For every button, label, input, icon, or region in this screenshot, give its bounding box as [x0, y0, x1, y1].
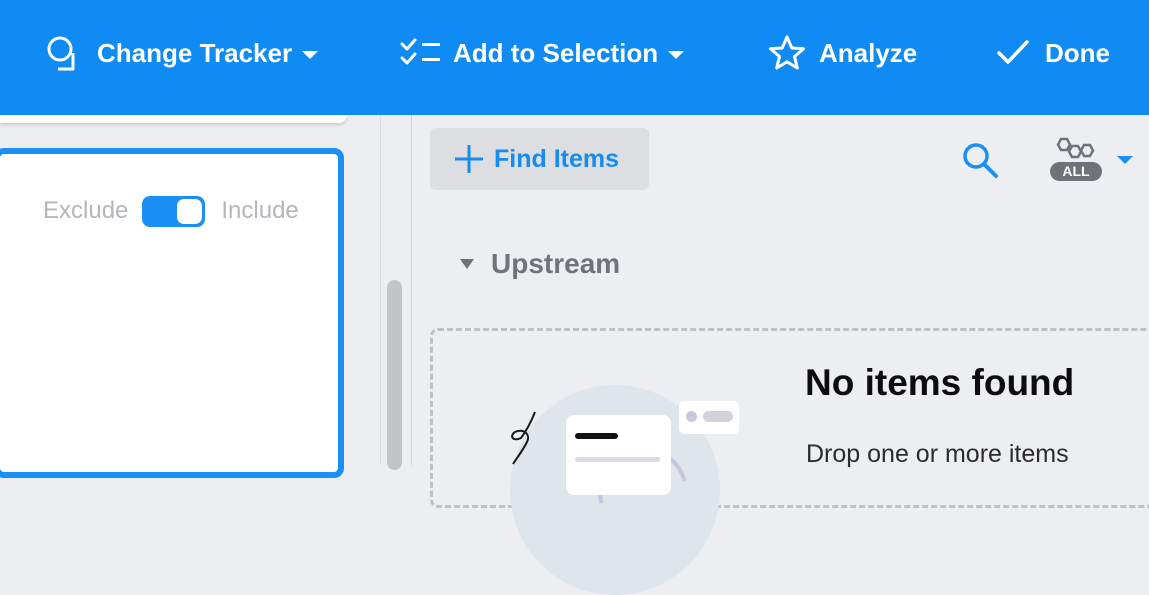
- illustration-line: [575, 457, 660, 462]
- add-to-selection-button[interactable]: Add to Selection: [400, 30, 685, 76]
- illustration-tag-dot: [686, 411, 697, 422]
- exclude-label: Exclude: [43, 197, 129, 224]
- toggle-knob: [177, 198, 203, 224]
- chevron-down-icon: [1117, 156, 1133, 164]
- include-exclude-toggle[interactable]: [142, 195, 206, 227]
- chevron-down-icon: [302, 50, 319, 59]
- illustration-tag-bar: [703, 411, 733, 422]
- include-label: Include: [221, 197, 299, 224]
- collapse-triangle-icon: [460, 259, 474, 269]
- change-tracker-button[interactable]: Change Tracker: [44, 30, 319, 76]
- illustration-squiggle: [511, 411, 536, 465]
- scope-filter-button[interactable]: ALL: [1048, 136, 1138, 186]
- plus-icon: [455, 145, 483, 173]
- scrollbar-thumb[interactable]: [387, 280, 402, 470]
- include-exclude-toggle-row: Exclude Include: [43, 195, 299, 227]
- search-icon[interactable]: [960, 140, 1000, 180]
- left-header-card: [0, 115, 347, 123]
- find-items-label: Find Items: [494, 144, 620, 173]
- upstream-label: Upstream: [491, 248, 621, 279]
- illustration-line: [575, 433, 618, 439]
- check-icon: [997, 40, 1029, 64]
- done-button[interactable]: Done: [996, 30, 1110, 76]
- done-label: Done: [1045, 37, 1110, 68]
- analyze-label: Analyze: [819, 37, 918, 68]
- top-toolbar: Change Tracker Add to Selection Analyze …: [0, 0, 1149, 115]
- star-icon: [769, 35, 805, 70]
- chevron-down-icon: [668, 50, 685, 59]
- change-tracker-icon: [47, 36, 75, 71]
- scope-badge: ALL: [1050, 162, 1102, 181]
- checklist-icon: [400, 38, 440, 65]
- illustration-document: [566, 415, 671, 495]
- add-to-selection-label: Add to Selection: [453, 37, 659, 68]
- empty-state-title: No items found: [805, 362, 1075, 403]
- upstream-section-header[interactable]: Upstream: [460, 246, 620, 282]
- analyze-button[interactable]: Analyze: [768, 30, 917, 76]
- change-tracker-label: Change Tracker: [97, 37, 293, 68]
- find-items-button[interactable]: Find Items: [430, 128, 649, 190]
